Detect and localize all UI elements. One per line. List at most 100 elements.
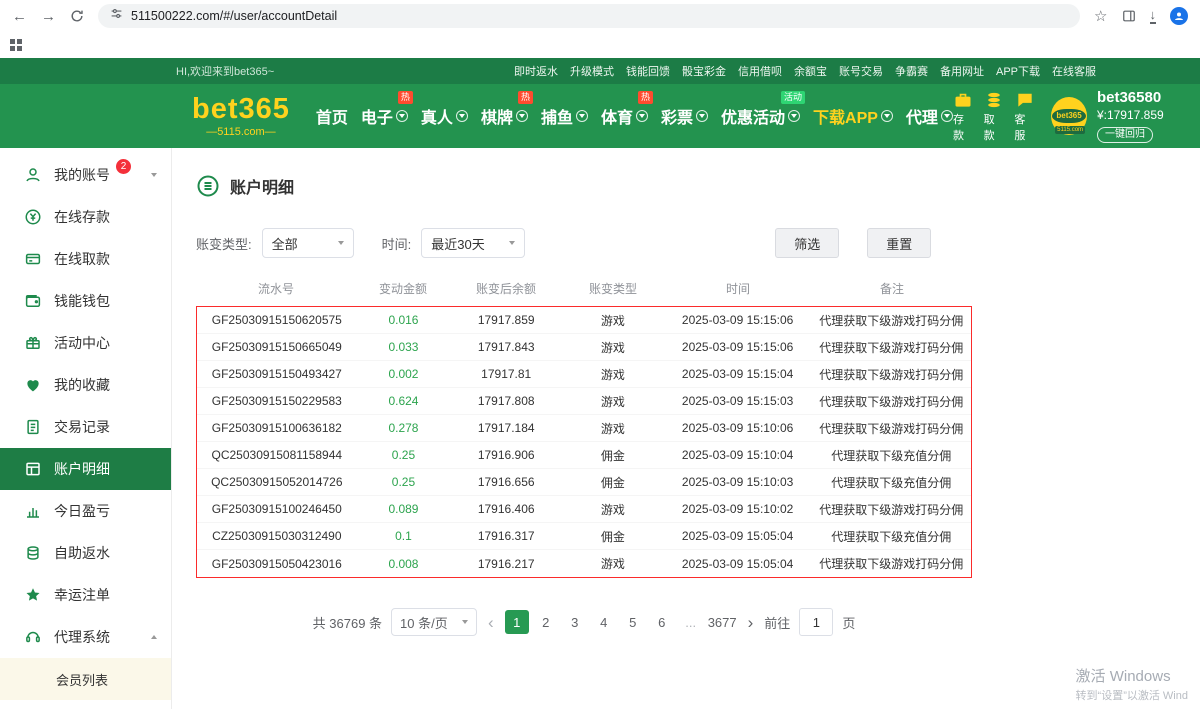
reset-button[interactable]: 重置 (867, 228, 931, 258)
topbar-link[interactable]: APP下载 (996, 63, 1040, 79)
refresh-icon[interactable] (70, 9, 84, 23)
withdraw-quick-button[interactable]: 取款 (984, 90, 1005, 143)
topbar-link[interactable]: 即时返水 (514, 63, 558, 79)
topbar-link[interactable]: 升级模式 (570, 63, 614, 79)
per-page-value: 10 条/页 (400, 613, 448, 632)
page-button-2[interactable]: 2 (534, 610, 558, 634)
nav-item-电子[interactable]: 电子热 (361, 104, 408, 128)
nav-item-优惠活动[interactable]: 优惠活动活动 (721, 104, 800, 128)
sidebar: 我的账号2 在线存款在线取款钱能钱包活动中心我的收藏交易记录账户明细今日盈亏自助返… (0, 148, 172, 709)
sidebar-item-自助返水[interactable]: 自助返水 (0, 532, 171, 574)
header-right: 存款 取款 客服 bet365 5115.com bet36580 ¥:1791… (953, 89, 1164, 143)
nav-item-体育[interactable]: 体育热 (601, 104, 648, 128)
cell-note: 代理获取下级游戏打码分佣 (811, 420, 971, 437)
sidebar-item-幸运注单[interactable]: 幸运注单 (0, 574, 171, 616)
sidebar-item-今日盈亏[interactable]: 今日盈亏 (0, 490, 171, 532)
cell-balance: 17917.859 (450, 313, 562, 327)
nav-item-代理[interactable]: 代理 (906, 104, 953, 128)
time-select[interactable]: 最近30天 (421, 228, 525, 258)
service-quick-button[interactable]: 客服 (1014, 90, 1035, 143)
cell-time: 2025-03-09 15:15:04 (664, 367, 812, 381)
cell-type: 游戏 (562, 339, 664, 356)
url-bar[interactable]: 511500222.com/#/user/accountDetail (98, 4, 1080, 28)
sidebar-item-label: 在线存款 (54, 207, 110, 227)
table-row[interactable]: CZ250309150303124900.117916.317佣金2025-03… (197, 523, 971, 550)
table-row[interactable]: GF250309151502295830.62417917.808游戏2025-… (197, 388, 971, 415)
topbar-link[interactable]: 钱能回馈 (626, 63, 670, 79)
cell-balance: 17916.656 (450, 475, 562, 489)
table-row[interactable]: QC250309150811589440.2517916.906佣金2025-0… (197, 442, 971, 469)
topbar-link[interactable]: 在线客服 (1052, 63, 1096, 79)
withdraw-gold-icon (984, 90, 1004, 110)
side-panel-icon[interactable] (1122, 9, 1136, 23)
nav-item-首页[interactable]: 首页 (316, 104, 348, 128)
filter-button[interactable]: 筛选 (775, 228, 839, 258)
page-button-4[interactable]: 4 (592, 610, 616, 634)
sidebar-item-钱能钱包[interactable]: 钱能钱包 (0, 280, 171, 322)
column-header: 账变后余额 (450, 280, 562, 297)
profile-avatar[interactable] (1170, 7, 1188, 25)
page-button-1[interactable]: 1 (505, 610, 529, 634)
per-page-select[interactable]: 10 条/页 (391, 608, 477, 636)
table-row[interactable]: GF250309151006361820.27817917.184游戏2025-… (197, 415, 971, 442)
back-icon[interactable]: ← (12, 8, 27, 25)
page-button-6[interactable]: 6 (650, 610, 674, 634)
cell-id: GF25030915100246450 (197, 502, 357, 516)
nav-item-彩票[interactable]: 彩票 (661, 104, 708, 128)
nav-item-真人[interactable]: 真人 (421, 104, 468, 128)
sidebar-item-代理系统[interactable]: 代理系统 (0, 616, 171, 658)
site-logo[interactable]: bet365 —5115.com— (192, 95, 290, 138)
cell-type: 佣金 (562, 528, 664, 545)
cell-id: GF25030915150620575 (197, 313, 357, 327)
topbar-link[interactable]: 争霸赛 (895, 63, 928, 79)
username: bet36580 (1097, 89, 1164, 108)
next-page-button[interactable]: › (746, 614, 756, 631)
table-row[interactable]: GF250309151506205750.01617917.859游戏2025-… (197, 307, 971, 334)
table-row[interactable]: GF250309151002464500.08917916.406游戏2025-… (197, 496, 971, 523)
table-row[interactable]: GF250309151504934270.00217917.81游戏2025-0… (197, 361, 971, 388)
sidebar-item-label: 我的收藏 (54, 375, 110, 395)
table-row[interactable]: QC250309150520147260.2517916.656佣金2025-0… (197, 469, 971, 496)
table-row[interactable]: GF250309151506650490.03317917.843游戏2025-… (197, 334, 971, 361)
page-button-3[interactable]: 3 (563, 610, 587, 634)
sidebar-item-我的收藏[interactable]: 我的收藏 (0, 364, 171, 406)
prev-page-button[interactable]: ‹ (486, 614, 496, 631)
topbar-link[interactable]: 备用网址 (940, 63, 984, 79)
one-key-recall-button[interactable]: 一键回归 (1097, 127, 1153, 144)
nav-item-棋牌[interactable]: 棋牌热 (481, 104, 528, 128)
sidebar-item-会员列表[interactable]: 会员列表 (0, 658, 171, 700)
nav-item-label: 优惠活动 (721, 104, 785, 128)
sidebar-item-账户明细[interactable]: 账户明细 (0, 448, 171, 490)
type-select[interactable]: 全部 (262, 228, 354, 258)
sidebar-item-活动中心[interactable]: 活动中心 (0, 322, 171, 364)
download-icon[interactable]: ↓ (1150, 8, 1157, 24)
sidebar-item-交易记录[interactable]: 交易记录 (0, 406, 171, 448)
column-header: 流水号 (196, 280, 356, 297)
page-button-5[interactable]: 5 (621, 610, 645, 634)
nav-item-捕鱼[interactable]: 捕鱼 (541, 104, 588, 128)
nav-item-下载APP[interactable]: 下载APP (813, 104, 893, 128)
cell-balance: 17916.906 (450, 448, 562, 462)
topbar-link[interactable]: 信用借呗 (738, 63, 782, 79)
topbar-link[interactable]: 余额宝 (794, 63, 827, 79)
site-info-icon[interactable] (110, 7, 123, 25)
page-button-3677[interactable]: 3677 (708, 610, 737, 634)
apps-grid-icon[interactable] (10, 39, 22, 51)
user-icon (24, 166, 42, 184)
table-row[interactable]: GF250309150504230160.00817916.217游戏2025-… (197, 550, 971, 577)
topbar-link[interactable]: 骰宝彩金 (682, 63, 726, 79)
topbar-link[interactable]: 账号交易 (839, 63, 883, 79)
cell-amount: 0.089 (357, 502, 451, 516)
wallet-icon (24, 292, 42, 310)
bookmark-star-icon[interactable]: ☆ (1094, 7, 1107, 25)
sidebar-item-我的账号[interactable]: 我的账号2 (0, 154, 171, 196)
deposit-quick-button[interactable]: 存款 (953, 90, 974, 143)
browser-toolbar: ← → 511500222.com/#/user/accountDetail ☆… (0, 0, 1200, 32)
cell-note: 代理获取下级游戏打码分佣 (811, 366, 971, 383)
forward-icon[interactable]: → (41, 8, 56, 25)
main-content: 账户明细 账变类型: 全部 时间: 最近30天 筛选 重置 (172, 148, 1200, 709)
goto-page-input[interactable] (799, 608, 833, 636)
sidebar-item-在线取款[interactable]: 在线取款 (0, 238, 171, 280)
sidebar-item-在线存款[interactable]: 在线存款 (0, 196, 171, 238)
cell-id: GF25030915100636182 (197, 421, 357, 435)
